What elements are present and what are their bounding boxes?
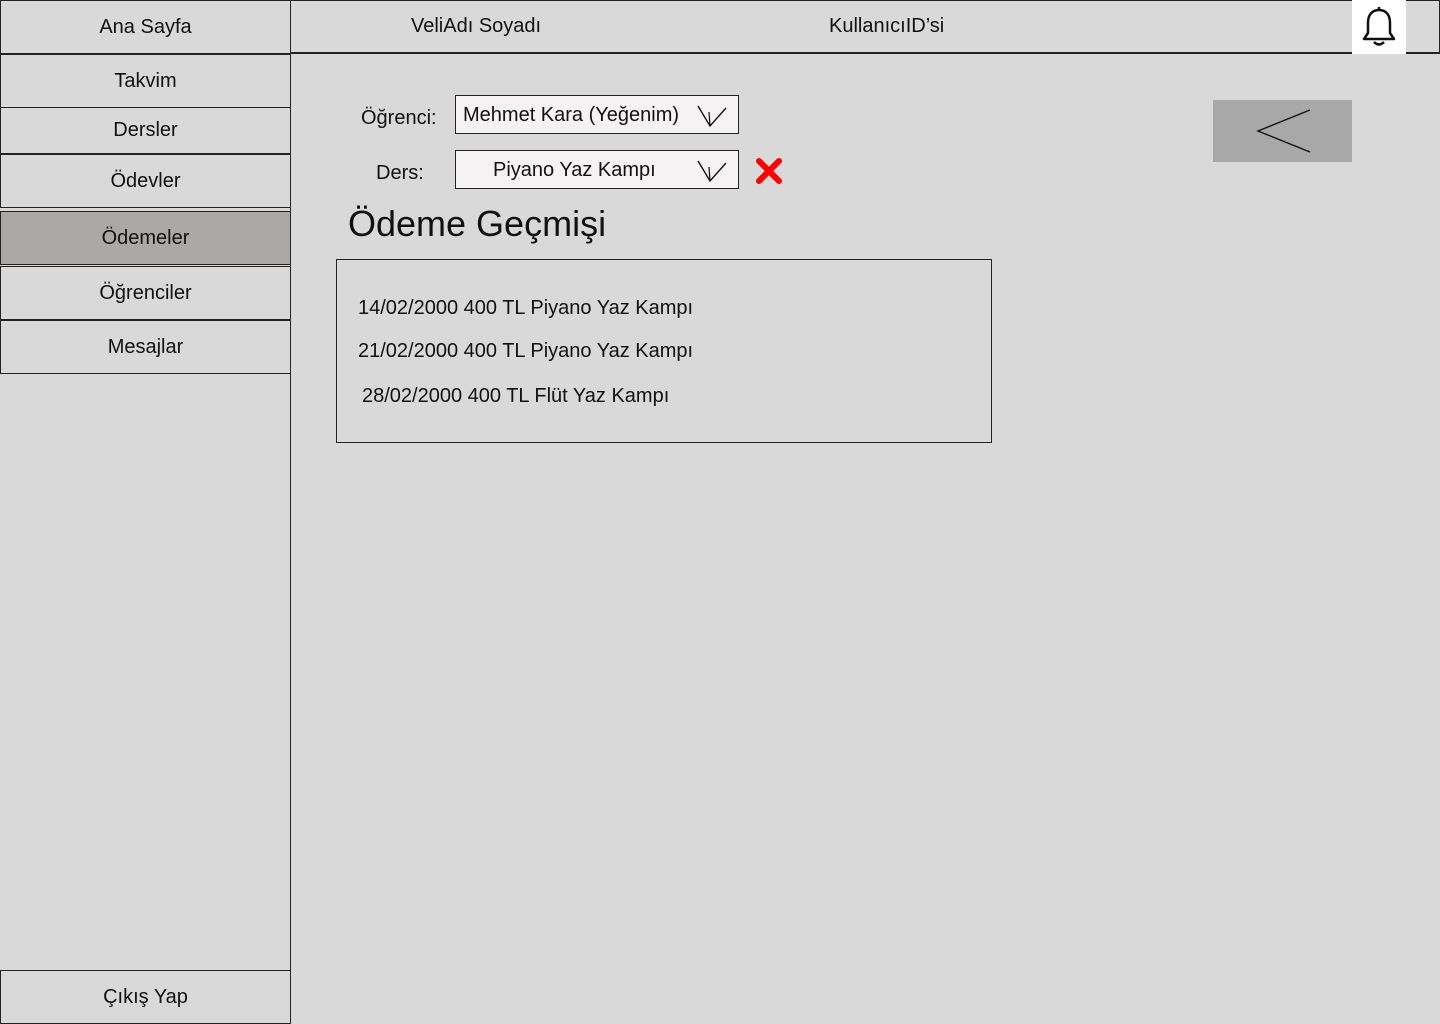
sidebar-item-label: Dersler bbox=[113, 119, 178, 141]
sidebar-item-homework[interactable]: Ödevler bbox=[0, 154, 291, 208]
sidebar-item-label: Ödevler bbox=[110, 169, 181, 192]
sidebar-item-label: Takvim bbox=[114, 69, 177, 92]
close-icon bbox=[756, 158, 782, 184]
sidebar-item-label: Ödemeler bbox=[101, 226, 190, 249]
user-id: KullanıcıID’si bbox=[829, 15, 945, 37]
clear-course-button[interactable] bbox=[755, 157, 783, 185]
sidebar-item-payments[interactable]: Ödemeler bbox=[0, 211, 291, 265]
back-button[interactable] bbox=[1213, 100, 1352, 162]
chevron-down-icon bbox=[697, 160, 727, 183]
sidebar-item-home[interactable]: Ana Sayfa bbox=[0, 0, 291, 54]
course-select[interactable]: Piyano Yaz Kampı bbox=[455, 150, 739, 189]
back-arrow-icon bbox=[1256, 109, 1311, 153]
student-select[interactable]: Mehmet Kara (Yeğenim) bbox=[455, 95, 739, 134]
page-title: Ödeme Geçmişi bbox=[348, 203, 607, 244]
parent-name: VeliAdı Soyadı bbox=[411, 15, 542, 37]
sidebar-item-label: Ana Sayfa bbox=[99, 15, 192, 38]
logout-button[interactable]: Çıkış Yap bbox=[0, 970, 291, 1024]
course-label: Ders: bbox=[376, 162, 424, 184]
sidebar-item-calendar[interactable]: Takvim bbox=[0, 54, 291, 108]
payment-history-list: 14/02/2000 400 TL Piyano Yaz Kampı 21/02… bbox=[336, 259, 992, 443]
sidebar-item-students[interactable]: Öğrenciler bbox=[0, 266, 291, 320]
student-label: Öğrenci: bbox=[361, 107, 437, 129]
sidebar-item-courses[interactable]: Dersler bbox=[0, 107, 291, 154]
list-item: 28/02/2000 400 TL Flüt Yaz Kampı bbox=[362, 385, 670, 407]
bell-icon bbox=[1362, 7, 1396, 46]
sidebar-item-label: Öğrenciler bbox=[99, 281, 192, 304]
notification-button[interactable] bbox=[1352, 0, 1406, 54]
sidebar-item-label: Mesajlar bbox=[107, 335, 184, 358]
course-select-value: Piyano Yaz Kampı bbox=[493, 159, 656, 181]
student-select-value: Mehmet Kara (Yeğenim) bbox=[463, 104, 680, 126]
chevron-down-icon bbox=[697, 105, 727, 128]
list-item: 14/02/2000 400 TL Piyano Yaz Kampı bbox=[358, 297, 694, 319]
top-bar: VeliAdı Soyadı KullanıcıID’si bbox=[290, 0, 1440, 54]
list-item: 21/02/2000 400 TL Piyano Yaz Kampı bbox=[358, 340, 694, 362]
logout-label: Çıkış Yap bbox=[103, 985, 188, 1008]
sidebar-item-messages[interactable]: Mesajlar bbox=[0, 320, 291, 374]
sidebar: Ana Sayfa Takvim Dersler Ödevler Ödemele… bbox=[0, 0, 291, 1024]
